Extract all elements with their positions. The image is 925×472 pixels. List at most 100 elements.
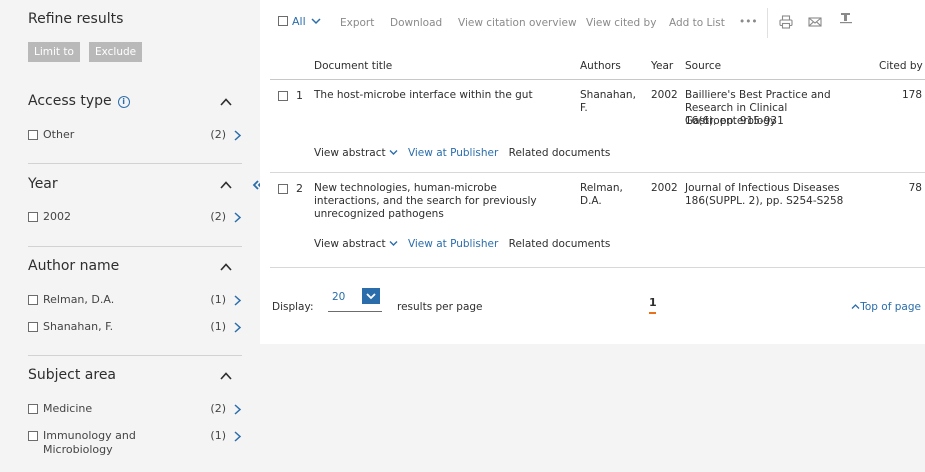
chevron-down-icon [389, 150, 398, 155]
chevron-up-icon[interactable] [220, 96, 232, 108]
divider [28, 163, 242, 164]
limit-to-button[interactable]: Limit to [28, 42, 80, 62]
results-per-page-value: 20 [332, 291, 346, 303]
current-page-number[interactable]: 1 [649, 296, 657, 309]
checkbox[interactable] [28, 130, 38, 140]
results-per-page-label: results per page [397, 301, 483, 313]
facet-header-year[interactable]: Year [28, 176, 242, 196]
chevron-up-icon[interactable] [220, 370, 232, 382]
column-header-cited-by[interactable]: Cited by [879, 60, 923, 72]
document-title-link[interactable]: New technologies, human-microbe interact… [314, 182, 564, 221]
related-documents-link[interactable]: Related documents [509, 147, 611, 159]
column-header-source[interactable]: Source [685, 60, 721, 72]
download-button[interactable]: Download [390, 17, 442, 29]
chevron-right-icon[interactable] [233, 130, 242, 141]
row-number: 1 [296, 89, 303, 102]
view-abstract-toggle[interactable]: View abstract [314, 147, 398, 159]
divider [28, 246, 242, 247]
view-at-publisher-link[interactable]: View at Publisher [408, 147, 498, 159]
chevron-up-icon[interactable] [220, 179, 232, 191]
source-title-link[interactable]: Journal of Infectious Diseases [685, 182, 880, 195]
source-detail: 16(6), pp. 915-931 [685, 115, 784, 127]
facet-item-shanahan[interactable]: Shanahan, F. (1) [28, 320, 242, 334]
document-title-link[interactable]: The host-microbe interface within the gu… [314, 89, 564, 102]
select-all-checkbox[interactable] [278, 16, 288, 26]
exclude-button[interactable]: Exclude [89, 42, 143, 62]
divider [28, 355, 242, 356]
divider [270, 172, 925, 173]
facet-item-relman[interactable]: Relman, D.A. (1) [28, 293, 242, 307]
facet-item-label: Medicine [43, 402, 93, 415]
row-links: View abstract View at Publisher Related … [314, 238, 617, 250]
create-bibliography-icon[interactable] [839, 12, 853, 26]
chevron-right-icon[interactable] [233, 404, 242, 415]
facet-item-label: Relman, D.A. [43, 293, 115, 306]
facet-item-2002[interactable]: 2002 (2) [28, 210, 242, 224]
facet-item-label: Shanahan, F. [43, 320, 114, 333]
refine-results-title: Refine results [28, 11, 124, 27]
facet-item-medicine[interactable]: Medicine (2) [28, 402, 242, 416]
row-number: 2 [296, 182, 303, 195]
facet-header-access-type[interactable]: Access type i [28, 93, 242, 113]
row-checkbox[interactable] [278, 91, 288, 101]
view-abstract-toggle[interactable]: View abstract [314, 238, 398, 250]
facet-item-count: (1) [210, 320, 226, 333]
add-to-list-button[interactable]: Add to List [669, 17, 725, 29]
checkbox[interactable] [28, 322, 38, 332]
export-button[interactable]: Export [340, 17, 374, 29]
facet-item-other[interactable]: Other (2) [28, 128, 242, 142]
facet-item-label: Immunology and Microbiology [43, 429, 136, 456]
column-header-title[interactable]: Document title [314, 60, 392, 72]
dropdown-button[interactable] [362, 288, 380, 304]
facet-title: Year [28, 176, 58, 192]
facet-header-subject-area[interactable]: Subject area [28, 367, 242, 387]
divider [270, 79, 925, 80]
column-header-authors[interactable]: Authors [580, 60, 621, 72]
facet-title: Author name [28, 258, 120, 274]
checkbox[interactable] [28, 212, 38, 222]
facet-item-label: Other [43, 128, 75, 141]
chevron-right-icon[interactable] [233, 295, 242, 306]
chevron-right-icon[interactable] [233, 431, 242, 442]
print-icon[interactable] [779, 15, 793, 29]
view-citation-overview-button[interactable]: View citation overview [458, 17, 577, 29]
row-checkbox[interactable] [278, 184, 288, 194]
cited-by-count[interactable]: 178 [880, 89, 922, 102]
info-icon[interactable]: i [117, 96, 130, 108]
cited-by-count[interactable]: 78 [880, 182, 922, 195]
current-page-indicator [649, 312, 656, 314]
facet-item-count: (1) [210, 429, 226, 442]
checkbox[interactable] [28, 404, 38, 414]
more-options-button[interactable]: ••• [739, 16, 758, 28]
related-documents-link[interactable]: Related documents [509, 238, 611, 250]
column-header-year[interactable]: Year [651, 60, 673, 72]
facet-header-author-name[interactable]: Author name [28, 258, 242, 278]
chevron-right-icon[interactable] [233, 212, 242, 223]
checkbox[interactable] [28, 295, 38, 305]
facet-item-count: (1) [210, 293, 226, 306]
divider [767, 8, 768, 38]
author-link[interactable]: Relman, D.A. [580, 182, 630, 208]
divider [270, 267, 925, 268]
email-icon[interactable] [808, 15, 822, 29]
source-detail: 186(SUPPL. 2), pp. S254-S258 [685, 195, 844, 207]
view-abstract-label: View abstract [314, 147, 386, 159]
chevron-right-icon[interactable] [233, 322, 242, 333]
facet-item-label: 2002 [43, 210, 71, 223]
results-panel: All Export Download View citation overvi… [260, 0, 925, 344]
facet-item-count: (2) [210, 402, 226, 415]
view-cited-by-button[interactable]: View cited by [586, 17, 656, 29]
chevron-up-icon[interactable] [220, 261, 232, 273]
author-link[interactable]: Shanahan, F. [580, 89, 642, 115]
top-of-page-link[interactable]: Top of page [851, 301, 921, 313]
view-at-publisher-link[interactable]: View at Publisher [408, 238, 498, 250]
chevron-up-icon [851, 304, 860, 309]
select-all-dropdown[interactable]: All [278, 15, 321, 28]
year-value: 2002 [651, 89, 678, 101]
results-per-page-select[interactable]: 20 [328, 288, 382, 312]
facet-item-count: (2) [210, 210, 226, 223]
checkbox[interactable] [28, 431, 38, 441]
facet-item-immunology[interactable]: Immunology and Microbiology (1) [28, 429, 242, 459]
display-label: Display: [272, 301, 314, 313]
chevron-down-icon [366, 293, 376, 300]
